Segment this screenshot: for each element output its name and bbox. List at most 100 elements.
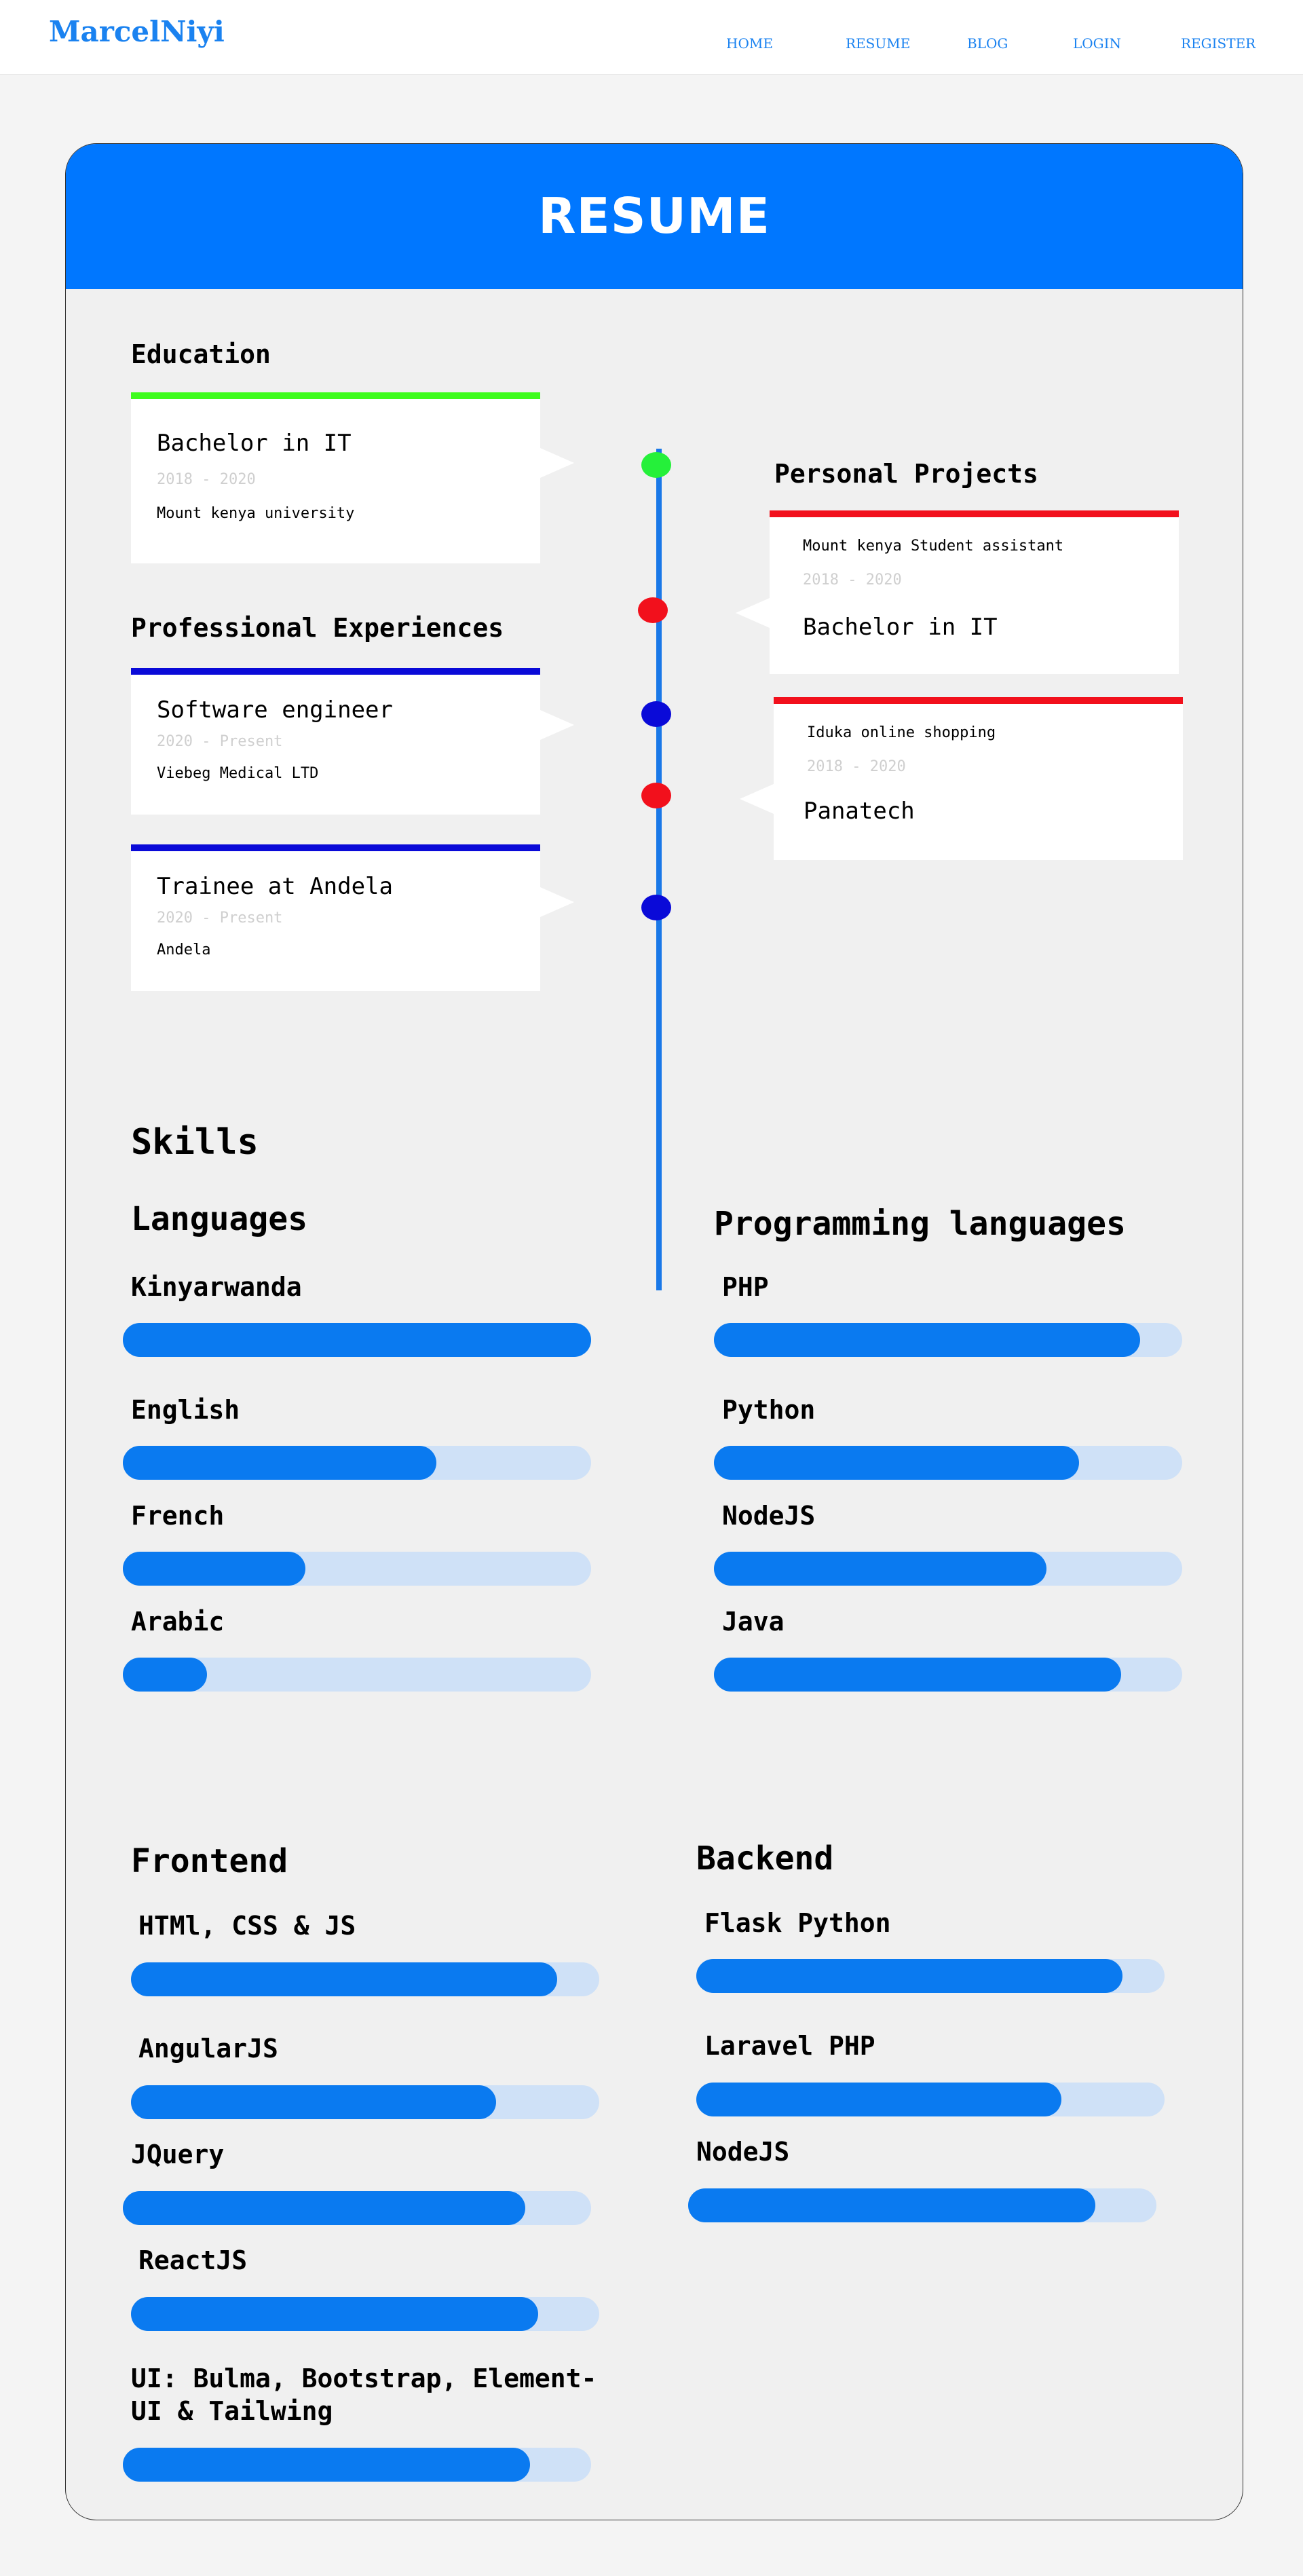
nav-link-register[interactable]: REGISTER [1181, 35, 1255, 52]
skill-bar [131, 1962, 599, 1996]
skill-label: NodeJS [722, 1501, 816, 1531]
skills-title: Skills [131, 1122, 259, 1163]
experience-company: Viebeg Medical LTD [157, 765, 319, 782]
skill-bar-fill [688, 2188, 1096, 2222]
skill-bar-fill [131, 2085, 497, 2119]
skill-bar-fill [714, 1552, 1046, 1586]
skill-bar-fill [714, 1323, 1140, 1357]
skill-bar-fill [123, 2191, 526, 2225]
nav-link-resume[interactable]: RESUME [846, 35, 910, 52]
nav-link-home[interactable]: HOME [726, 35, 773, 52]
skill-bar-fill [714, 1658, 1122, 1692]
resume-header: RESUME [66, 144, 1243, 289]
project-subtitle: Mount kenya Student assistant [803, 538, 1064, 555]
skill-label: PHP [722, 1272, 769, 1302]
skill-bar-fill [123, 1552, 306, 1586]
skill-bar-fill [123, 1446, 437, 1480]
education-school: Mount kenya university [157, 505, 355, 522]
education-bar [131, 392, 540, 399]
experience-company: Andela [157, 941, 211, 958]
skill-label: HTMl, CSS & JS [138, 1911, 356, 1941]
experience-bar [131, 668, 540, 675]
project-name: Bachelor in IT [803, 614, 998, 641]
skill-bar-fill [131, 1962, 557, 1996]
top-navbar: MarcelNiyi HOME RESUME BLOG LOGIN REGIST… [0, 0, 1303, 75]
skill-bar [714, 1552, 1182, 1586]
languages-title: Languages [131, 1200, 308, 1238]
project-date: 2018 - 2020 [803, 572, 902, 589]
skill-bar [123, 1323, 591, 1357]
timeline-dot-project-2 [641, 783, 671, 808]
skill-label: Python [722, 1395, 816, 1425]
skill-bar [131, 2085, 599, 2119]
skill-bar-fill [696, 2083, 1062, 2116]
skill-label: NodeJS [696, 2137, 790, 2167]
experience-card-1: Software engineer 2020 - Present Viebeg … [131, 668, 540, 815]
skill-bar [688, 2188, 1156, 2222]
project-card-2-pointer [740, 784, 774, 814]
brand-logo[interactable]: MarcelNiyi [49, 15, 225, 48]
skill-label: French [131, 1501, 225, 1531]
nav-link-blog[interactable]: BLOG [967, 35, 1008, 52]
project-bar [770, 510, 1179, 517]
project-subtitle: Iduka online shopping [807, 724, 996, 741]
experience-role: Trainee at Andela [157, 873, 393, 900]
education-card-pointer [540, 448, 574, 478]
skill-label: AngularJS [138, 2034, 278, 2064]
skill-label: JQuery [131, 2140, 225, 2169]
skill-bar-fill [696, 1959, 1122, 1993]
backend-title: Backend [696, 1840, 834, 1878]
project-bar [774, 697, 1183, 704]
skill-bar [714, 1323, 1182, 1357]
project-date: 2018 - 2020 [807, 758, 906, 775]
timeline-line [656, 449, 662, 1290]
education-title: Education [131, 339, 271, 369]
resume-title: RESUME [538, 187, 770, 244]
education-degree: Bachelor in IT [157, 430, 352, 457]
skill-bar [714, 1446, 1182, 1480]
skill-bar-fill [714, 1446, 1080, 1480]
skill-label: Java [722, 1607, 785, 1637]
skill-bar [123, 1446, 591, 1480]
skill-label: UI: Bulma, Bootstrap, Element-UI & Tailw… [131, 2364, 597, 2426]
timeline-dot-experience-2 [641, 895, 671, 920]
education-date: 2018 - 2020 [157, 471, 256, 488]
project-card-1: Mount kenya Student assistant 2018 - 202… [770, 510, 1179, 674]
programming-title: Programming languages [714, 1205, 1126, 1243]
skill-bar [123, 1658, 591, 1692]
frontend-title: Frontend [131, 1842, 288, 1880]
experience-bar [131, 844, 540, 851]
skill-bar-fill [123, 2448, 531, 2482]
skill-bar-fill [123, 1658, 208, 1692]
skill-label: ReactJS [138, 2245, 248, 2275]
project-name: Panatech [804, 798, 915, 825]
projects-title: Personal Projects [774, 459, 1038, 489]
skill-label: Kinyarwanda [131, 1272, 302, 1302]
skill-label: Flask Python [704, 1908, 891, 1938]
experience-date: 2020 - Present [157, 733, 283, 750]
skill-bar-fill [123, 1323, 591, 1357]
experience-date: 2020 - Present [157, 910, 283, 927]
skill-bar-fill [131, 2297, 539, 2331]
experience-title: Professional Experiences [131, 613, 504, 643]
timeline-dot-experience-1 [641, 701, 671, 727]
skill-bar [123, 2448, 591, 2482]
project-card-2: Iduka online shopping 2018 - 2020 Panate… [774, 697, 1183, 860]
skill-label: Arabic [131, 1607, 225, 1637]
timeline-dot-project-1 [638, 597, 668, 623]
project-card-1-pointer [736, 598, 770, 628]
skill-bar [696, 1959, 1165, 1993]
nav-link-login[interactable]: LOGIN [1073, 35, 1121, 52]
skill-bar [714, 1658, 1182, 1692]
experience-card-2: Trainee at Andela 2020 - Present Andela [131, 844, 540, 991]
experience-card-1-pointer [540, 710, 574, 740]
education-card: Bachelor in IT 2018 - 2020 Mount kenya u… [131, 392, 540, 563]
skill-label: English [131, 1395, 240, 1425]
timeline-dot-education [641, 452, 671, 478]
skill-label: Laravel PHP [704, 2031, 875, 2061]
experience-card-2-pointer [540, 887, 574, 917]
skill-bar [123, 2191, 591, 2225]
experience-role: Software engineer [157, 696, 393, 724]
skill-bar [131, 2297, 599, 2331]
skill-bar [696, 2083, 1165, 2116]
